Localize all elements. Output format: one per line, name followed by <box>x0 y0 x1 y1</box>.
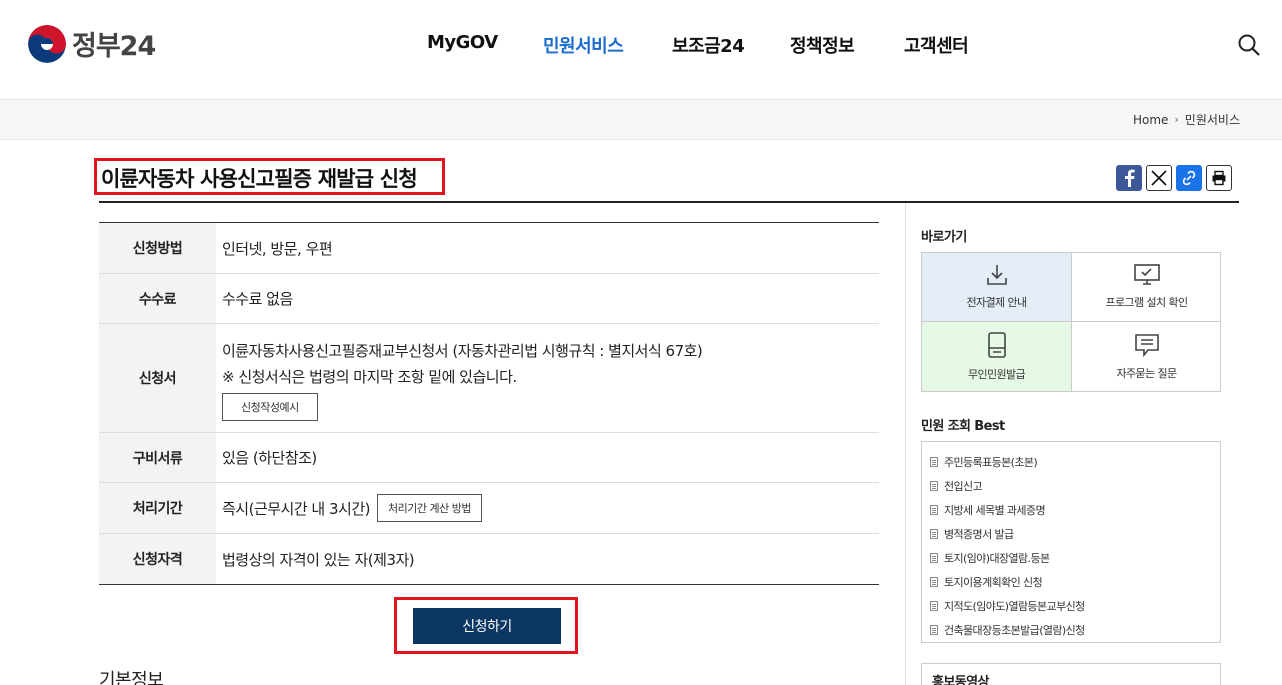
info-row-docs: 구비서류 있음 (하단참조) <box>99 433 879 483</box>
best-item-label: 주민등록표등본(초본) <box>944 456 1038 469</box>
info-value: 즉시(근무시간 내 3시간) 처리기간 계산 방법 <box>216 483 879 533</box>
info-label: 신청서 <box>99 324 216 432</box>
best-item-label: 건축물대장등초본발급(열람)신청 <box>944 624 1085 637</box>
best-item-label: 지적도(임야도)열람등본교부신청 <box>944 600 1085 613</box>
monitor-icon <box>1133 264 1160 285</box>
kiosk-icon <box>987 331 1006 358</box>
document-icon <box>930 457 938 467</box>
document-icon <box>930 577 938 587</box>
best-item-label: 지방세 세목별 과세증명 <box>944 504 1046 517</box>
shortcut-faq[interactable]: 자주묻는 질문 <box>1072 322 1221 391</box>
shortcut-label: 전자결제 안내 <box>966 296 1027 309</box>
breadcrumb-current[interactable]: 민원서비스 <box>1185 111 1240 128</box>
nav-customer-center[interactable]: 고객센터 <box>904 32 969 58</box>
page-title: 이륜자동차 사용신고필증 재발급 신청 <box>101 167 418 191</box>
site-header: 정부24 MyGOV 민원서비스 보조금24 정책정보 고객센터 <box>0 0 1282 100</box>
document-icon <box>930 553 938 563</box>
speech-bubble-icon <box>1134 333 1159 357</box>
nav-mygov[interactable]: MyGOV <box>427 32 498 53</box>
info-row-form: 신청서 이륜자동차사용신고필증재교부신청서 (자동차관리법 시행규칙 : 별지서… <box>99 324 879 433</box>
nav-policy[interactable]: 정책정보 <box>790 32 855 58</box>
x-share-button[interactable] <box>1146 165 1172 191</box>
shortcut-e-payment[interactable]: 전자결제 안내 <box>922 253 1072 322</box>
breadcrumb-home[interactable]: Home <box>1133 113 1168 127</box>
breadcrumb-bar: Home › 민원서비스 <box>0 100 1282 140</box>
best-item[interactable]: 토지이용계획확인 신청 <box>930 570 1220 594</box>
shortcut-program-install[interactable]: 프로그램 설치 확인 <box>1072 253 1221 322</box>
form-example-wrap: 신청작성예시 <box>222 393 879 421</box>
best-item[interactable]: 주민등록표등본(초본) <box>930 450 1220 474</box>
apply-button-highlight: 신청하기 <box>394 597 578 654</box>
breadcrumb: Home › 민원서비스 <box>1133 111 1240 128</box>
apply-button[interactable]: 신청하기 <box>413 608 561 644</box>
copy-link-button[interactable] <box>1176 165 1202 191</box>
form-example-button[interactable]: 신청작성예시 <box>222 393 318 421</box>
title-divider <box>99 201 1239 203</box>
page-title-highlight: 이륜자동차 사용신고필증 재발급 신청 <box>94 158 445 195</box>
printer-icon <box>1212 170 1226 186</box>
info-row-method: 신청방법 인터넷, 방문, 우편 <box>99 223 879 274</box>
info-row-fee: 수수료 수수료 없음 <box>99 274 879 324</box>
info-value: 법령상의 자격이 있는 자(제3자) <box>222 550 415 569</box>
info-label: 수수료 <box>99 274 216 323</box>
best-item-label: 토지(임야)대장열람.등본 <box>944 552 1050 565</box>
info-value: 이륜자동차사용신고필증재교부신청서 (자동차관리법 시행규칙 : 별지서식 67… <box>216 324 879 432</box>
nav-civil-service[interactable]: 민원서비스 <box>543 32 624 58</box>
print-button[interactable] <box>1206 165 1232 191</box>
download-icon <box>986 265 1007 285</box>
search-icon[interactable] <box>1237 33 1261 57</box>
shortcut-label: 자주묻는 질문 <box>1116 366 1177 380</box>
document-icon <box>930 601 938 611</box>
document-icon <box>930 505 938 515</box>
nav-subsidy[interactable]: 보조금24 <box>672 32 745 58</box>
period-value: 즉시(근무시간 내 3시간) <box>222 499 371 518</box>
info-row-qualification: 신청자격 법령상의 자격이 있는 자(제3자) <box>99 534 879 584</box>
link-icon <box>1182 170 1196 186</box>
info-label: 신청자격 <box>99 534 216 584</box>
best-item-label: 토지이용계획확인 신청 <box>944 576 1043 589</box>
shortcut-kiosk[interactable]: 무인민원발급 <box>922 322 1072 391</box>
shortcut-grid: 전자결제 안내 프로그램 설치 확인 무인민원발급 자주묻는 질문 <box>921 252 1221 392</box>
basic-info-heading: 기본정보 <box>99 670 164 685</box>
period-calc-button[interactable]: 처리기간 계산 방법 <box>377 494 482 522</box>
best-list: 주민등록표등본(초본) 전입신고 지방세 세목별 과세증명 병적증명서 발급 토… <box>921 441 1221 643</box>
share-toolbar <box>1116 165 1232 191</box>
facebook-share-button[interactable] <box>1116 165 1142 191</box>
best-item[interactable]: 지방세 세목별 과세증명 <box>930 498 1220 522</box>
promo-title: 홍보동영상 <box>932 675 989 685</box>
document-icon <box>930 481 938 491</box>
x-icon <box>1151 170 1167 186</box>
document-icon <box>930 529 938 539</box>
info-label: 신청방법 <box>99 223 216 273</box>
sidebar-divider <box>905 203 906 685</box>
best-item-label: 병적증명서 발급 <box>944 528 1014 541</box>
info-label: 구비서류 <box>99 433 216 482</box>
best-title: 민원 조회 Best <box>921 419 1005 434</box>
best-item[interactable]: 건축물대장등초본발급(열람)신청 <box>930 618 1220 642</box>
best-item[interactable]: 토지(임야)대장열람.등본 <box>930 546 1220 570</box>
best-item-label: 전입신고 <box>944 480 983 493</box>
service-info-table: 신청방법 인터넷, 방문, 우편 수수료 수수료 없음 신청서 이륜자동차사용신… <box>99 222 879 585</box>
promo-video-box: 홍보동영상 <box>921 663 1221 685</box>
main-nav: MyGOV 민원서비스 보조금24 정책정보 고객센터 <box>0 32 1282 58</box>
form-note: ※ 신청서식은 법령의 마지막 조항 밑에 있습니다. <box>222 368 517 386</box>
facebook-icon <box>1125 169 1135 187</box>
form-name: 이륜자동차사용신고필증재교부신청서 (자동차관리법 시행규칙 : 별지서식 67… <box>222 342 703 360</box>
best-item[interactable]: 병적증명서 발급 <box>930 522 1220 546</box>
chevron-right-icon: › <box>1174 113 1179 126</box>
info-label: 처리기간 <box>99 483 216 533</box>
shortcut-label: 무인민원발급 <box>967 367 1026 381</box>
info-value: 있음 (하단참조) <box>222 449 317 467</box>
document-icon <box>930 625 938 635</box>
info-value: 수수료 없음 <box>222 290 293 308</box>
info-row-period: 처리기간 즉시(근무시간 내 3시간) 처리기간 계산 방법 <box>99 483 879 534</box>
best-item[interactable]: 전입신고 <box>930 474 1220 498</box>
info-value: 인터넷, 방문, 우편 <box>222 239 333 258</box>
shortcut-label: 프로그램 설치 확인 <box>1105 296 1189 309</box>
shortcut-title: 바로가기 <box>921 230 967 245</box>
best-item[interactable]: 지적도(임야도)열람등본교부신청 <box>930 594 1220 618</box>
